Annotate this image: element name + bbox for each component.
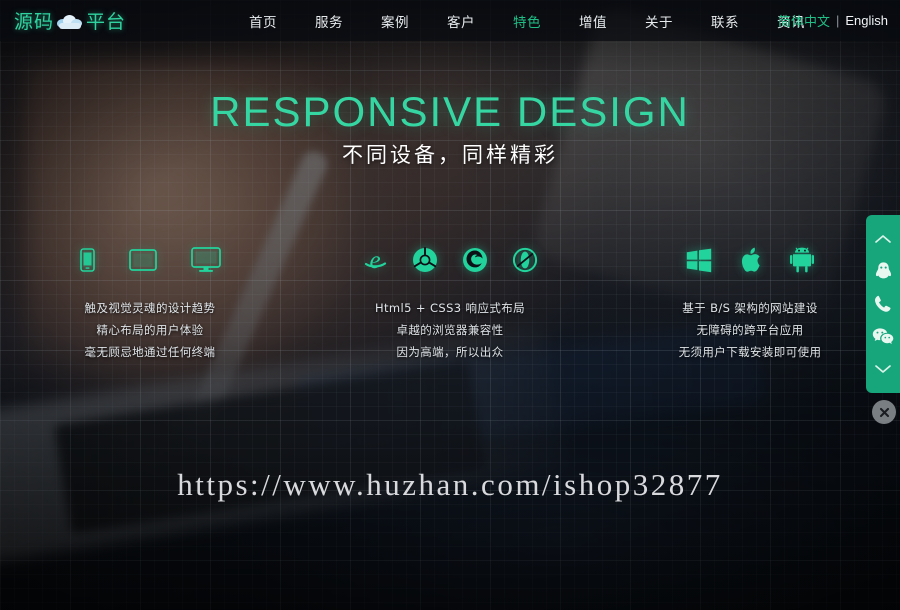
feature-column-devices: 触及视觉灵魂的设计趋势 精心布局的用户体验 毫无顾忌地通过任何终端	[0, 240, 300, 365]
platform-icon-row	[686, 240, 814, 280]
feature-line: 基于 B/S 架构的网站建设	[682, 301, 818, 315]
apple-icon	[741, 247, 760, 272]
language-switcher: 简体中文 | English	[778, 0, 888, 41]
nav-item-contact[interactable]: 联系	[692, 11, 758, 31]
svg-text:e: e	[369, 247, 380, 273]
lang-chinese[interactable]: 简体中文	[778, 11, 830, 30]
feature-column-browsers: e Html5 + CSS3 响应式布局 卓越的浏览器兼容性 因为高端，所以出众	[300, 240, 600, 365]
watermark-url: https://www.huzhan.com/ishop32877	[177, 467, 723, 502]
feature-columns: 触及视觉灵魂的设计趋势 精心布局的用户体验 毫无顾忌地通过任何终端 e Html…	[0, 240, 900, 365]
lang-separator: |	[835, 13, 840, 28]
feature-line: 精心布局的用户体验	[96, 323, 204, 337]
feature-line: 触及视觉灵魂的设计趋势	[84, 301, 216, 315]
feature-column-platforms: 基于 B/S 架构的网站建设 无障碍的跨平台应用 无须用户下载安装即可使用	[600, 240, 900, 365]
site-header: 源码 平台 首页 服务 案例 客户 特色 增值 关于 联系 资讯 简体中文 | …	[0, 0, 900, 41]
close-icon[interactable]	[872, 400, 896, 424]
monitor-icon	[190, 247, 221, 272]
nav-item-cases[interactable]: 案例	[362, 11, 428, 31]
feature-line: 因为高端，所以出众	[396, 345, 504, 359]
phone-call-icon[interactable]	[866, 289, 900, 319]
page-subtitle: 不同设备，同样精彩	[342, 143, 558, 167]
qq-icon[interactable]	[866, 257, 900, 287]
tablet-icon	[128, 249, 157, 271]
device-icon-row	[79, 240, 221, 280]
feature-line: 无须用户下载安装即可使用	[678, 345, 822, 359]
device-feature-lines: 触及视觉灵魂的设计趋势 精心布局的用户体验 毫无顾忌地通过任何终端	[85, 297, 216, 363]
feature-line: Html5 + CSS3 响应式布局	[374, 301, 526, 315]
chrome-icon	[413, 247, 437, 272]
main-navigation: 首页 服务 案例 客户 特色 增值 关于 联系 资讯	[230, 11, 824, 31]
logo-text-left: 源码	[14, 11, 55, 33]
lang-english[interactable]: English	[845, 13, 888, 28]
windows-icon	[686, 248, 712, 272]
site-logo[interactable]: 源码 平台	[14, 7, 164, 34]
feature-line: 无障碍的跨平台应用	[696, 323, 804, 337]
wechat-icon[interactable]	[866, 322, 900, 352]
browser-feature-lines: Html5 + CSS3 响应式布局 卓越的浏览器兼容性 因为高端，所以出众	[375, 297, 525, 363]
page-title: RESPONSIVE DESIGN	[210, 88, 690, 135]
opera-icon	[512, 247, 538, 273]
android-icon	[790, 247, 814, 273]
nav-item-services[interactable]: 服务	[296, 11, 362, 31]
chevron-up-icon[interactable]	[866, 224, 900, 254]
nav-item-value[interactable]: 增值	[560, 11, 626, 31]
nav-item-about[interactable]: 关于	[626, 11, 692, 31]
feature-line: 毫无顾忌地通过任何终端	[84, 345, 216, 359]
platform-feature-lines: 基于 B/S 架构的网站建设 无障碍的跨平台应用 无须用户下载安装即可使用	[679, 297, 822, 363]
firefox-icon	[463, 248, 487, 272]
internet-explorer-icon: e	[364, 247, 387, 273]
nav-item-home[interactable]: 首页	[230, 11, 296, 31]
browser-icon-row: e	[362, 240, 538, 280]
page-root: 源码 平台 首页 服务 案例 客户 特色 增值 关于 联系 资讯 简体中文 | …	[0, 0, 900, 610]
phone-icon	[79, 248, 95, 272]
nav-item-clients[interactable]: 客户	[428, 11, 494, 31]
cloud-icon	[56, 13, 84, 29]
logo-text-right: 平台	[86, 11, 127, 33]
nav-item-features[interactable]: 特色	[494, 11, 560, 31]
chevron-down-icon[interactable]	[866, 354, 900, 384]
feature-line: 卓越的浏览器兼容性	[396, 323, 504, 337]
floating-contact-panel	[866, 215, 900, 393]
